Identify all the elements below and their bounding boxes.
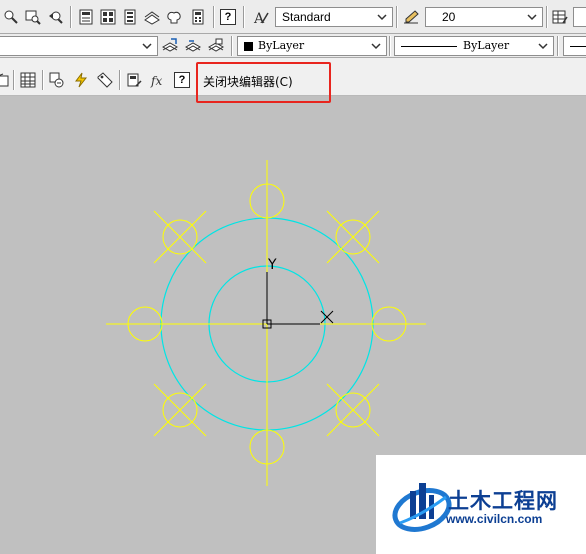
block-table-icon[interactable] [19, 71, 37, 89]
layer-states-icon[interactable] [207, 37, 225, 55]
edit-block-icon[interactable] [0, 72, 12, 90]
table-style-icon[interactable] [551, 8, 569, 26]
help-icon[interactable]: ? [173, 71, 191, 89]
save-block-icon[interactable] [125, 71, 143, 89]
markup-icon[interactable] [165, 8, 183, 26]
toolbar-separator [119, 70, 121, 90]
watermark-url: www.civilcn.com [446, 512, 543, 526]
dimension-value: 20 [442, 10, 456, 24]
action-lightning-icon[interactable] [72, 71, 90, 89]
calculator-icon[interactable] [189, 8, 207, 26]
toolbar-separator [213, 6, 215, 28]
close-block-editor-button[interactable]: 关闭块编辑器(C) [203, 73, 293, 90]
toolbar-separator [42, 70, 44, 90]
text-style-dropdown[interactable]: Standard [275, 7, 393, 27]
zoom-window-icon[interactable] [24, 8, 42, 26]
zoom-realtime-icon[interactable] [2, 8, 20, 26]
layer-previous-icon[interactable] [184, 37, 202, 55]
tool-palettes-icon[interactable] [121, 8, 139, 26]
dimension-style-icon[interactable] [402, 8, 420, 26]
toolbar-separator [546, 6, 548, 28]
svg-text:fx: fx [150, 74, 162, 88]
toolbar-separator [389, 36, 391, 56]
layer-dropdown[interactable] [0, 36, 158, 56]
lineweight-dropdown[interactable] [563, 36, 586, 56]
color-swatch [244, 42, 253, 51]
bolt-hole-top-left [153, 210, 207, 264]
text-style-value: Standard [282, 10, 331, 24]
toolbar-separator [70, 6, 72, 28]
block-editor-toolbar: fx ? [0, 58, 586, 103]
toolbar-separator [13, 70, 15, 90]
dimension-style-dropdown[interactable]: 20 [425, 7, 543, 27]
color-value: ByLayer [258, 39, 305, 52]
standard-toolbar: ? A Standard 20 [0, 0, 586, 34]
toolbar-separator [231, 36, 233, 56]
linetype-dropdown[interactable]: ByLayer [394, 36, 554, 56]
svg-text:A: A [253, 11, 265, 25]
toolbar-separator [396, 6, 398, 28]
chevron-down-icon [538, 43, 548, 50]
linetype-value: ByLayer [463, 39, 510, 52]
watermark-title: 土木工程网 [448, 489, 558, 513]
lineweight-sample [570, 46, 586, 47]
toolbar-separator [557, 36, 559, 56]
authoring-palettes-icon[interactable] [48, 71, 66, 89]
help-icon[interactable]: ? [219, 8, 237, 26]
toolbar-separator [243, 6, 245, 28]
bolt-hole-bottom-left [153, 383, 207, 437]
properties-icon[interactable] [77, 8, 95, 26]
chevron-down-icon [371, 43, 381, 50]
layers-toolbar: ByLayer ByLayer [0, 34, 586, 58]
chevron-down-icon [377, 14, 387, 21]
watermark-logo-icon [392, 483, 452, 532]
bolt-hole-bottom-right [326, 383, 380, 437]
ucs-icon [262, 272, 334, 329]
make-current-layer-icon[interactable] [161, 37, 179, 55]
y-axis-label: Y [267, 257, 277, 273]
bolt-hole-top-right [326, 210, 380, 264]
fx-parameter-icon[interactable]: fx [149, 71, 167, 89]
watermark-panel: 土木工程网 www.civilcn.com [376, 455, 586, 554]
chevron-down-icon [527, 14, 537, 21]
color-dropdown[interactable]: ByLayer [237, 36, 387, 56]
sheet-set-icon[interactable] [143, 8, 161, 26]
linetype-sample [401, 46, 457, 47]
table-style-dropdown[interactable] [573, 7, 586, 27]
chevron-down-icon [142, 43, 152, 50]
zoom-previous-icon[interactable] [46, 8, 64, 26]
text-style-icon[interactable]: A [252, 8, 270, 26]
attribute-tag-icon[interactable] [96, 71, 114, 89]
design-center-icon[interactable] [99, 8, 117, 26]
